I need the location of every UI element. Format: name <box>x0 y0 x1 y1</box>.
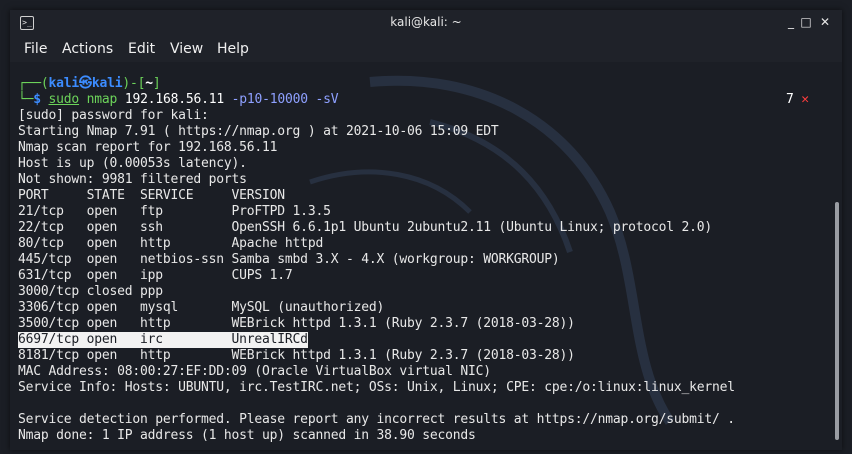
prompt-at: ㉿ <box>79 76 92 91</box>
command-nmap: nmap <box>79 92 125 107</box>
output-line: 22/tcp open ssh OpenSSH 6.6.1p1 Ubuntu 2… <box>18 220 713 235</box>
output-line: Host is up (0.00053s latency). <box>18 156 247 171</box>
prompt-close: ] <box>152 76 161 91</box>
output-line: 3500/tcp open http WEBrick httpd 1.3.1 (… <box>18 316 575 331</box>
output-line: 80/tcp open http Apache httpd <box>18 236 324 251</box>
prompt-mid: )-[ <box>122 76 146 91</box>
menu-view[interactable]: View <box>170 41 203 57</box>
prompt-second: └─ <box>18 92 34 107</box>
menu-help[interactable]: Help <box>217 41 249 57</box>
output-line: [sudo] password for kali: <box>18 108 209 123</box>
output-line: Nmap done: 1 IP address (1 host up) scan… <box>18 428 476 443</box>
exit-x-icon: ✕ <box>801 92 809 107</box>
prompt-dollar: $ <box>33 92 49 107</box>
output-line: Not shown: 9981 filtered ports <box>18 172 247 187</box>
command-target: 192.168.56.11 <box>124 92 224 107</box>
close-button[interactable]: ✕ <box>816 13 834 31</box>
prompt-frame: ┌──( <box>18 76 49 91</box>
output-line: 631/tcp open ipp CUPS 1.7 <box>18 268 293 283</box>
title-bar: >_ kali@kali: ~ _ □ ✕ <box>10 10 842 36</box>
output-line: MAC Address: 08:00:27:EF:DD:09 (Oracle V… <box>18 364 491 379</box>
prompt-user: kali <box>48 76 80 91</box>
command-sudo: sudo <box>48 92 80 107</box>
output-line: 3306/tcp open mysql MySQL (unauthorized) <box>18 300 385 315</box>
output-line: Service detection performed. Please repo… <box>18 412 735 427</box>
output-line: Service Info: Hosts: UBUNTU, irc.TestIRC… <box>18 380 735 395</box>
window-title: kali@kali: ~ <box>390 15 462 29</box>
menu-bar: File Actions Edit View Help <box>10 36 842 62</box>
menu-edit[interactable]: Edit <box>128 41 155 57</box>
exit-code: 7 <box>786 92 794 107</box>
output-line: 21/tcp open ftp ProFTPD 1.3.5 <box>18 204 331 219</box>
terminal-output[interactable]: ┌──(kali㉿kali)-[~] └─$ sudo nmap 192.168… <box>10 62 842 450</box>
output-line: PORT STATE SERVICE VERSION <box>18 188 285 203</box>
output-line: Nmap scan report for 192.168.56.11 <box>18 140 278 155</box>
exit-status: 7 ✕ <box>786 92 809 108</box>
maximize-button[interactable]: □ <box>797 13 815 31</box>
terminal-window: >_ kali@kali: ~ _ □ ✕ File Actions Edit … <box>10 10 842 450</box>
menu-actions[interactable]: Actions <box>62 41 113 57</box>
selected-output-line[interactable]: 6697/tcp open irc UnrealIRCd <box>18 332 308 348</box>
prompt-host: kali <box>91 76 123 91</box>
prompt-line-2: └─$ sudo nmap 192.168.56.11 -p10-10000 -… <box>18 92 339 108</box>
prompt-line-1: ┌──(kali㉿kali)-[~] <box>18 76 161 92</box>
command-args: -p10-10000 -sV <box>223 92 339 107</box>
output-line: 3000/tcp closed ppp <box>18 284 163 299</box>
vertical-scrollbar[interactable] <box>835 202 839 440</box>
output-line: 8181/tcp open http WEBrick httpd 1.3.1 (… <box>18 348 575 363</box>
menu-file[interactable]: File <box>24 41 47 57</box>
output-line: 445/tcp open netbios-ssn Samba smbd 3.X … <box>18 252 560 267</box>
output-line: Starting Nmap 7.91 ( https://nmap.org ) … <box>18 124 499 139</box>
prompt-dir: ~ <box>145 76 153 91</box>
